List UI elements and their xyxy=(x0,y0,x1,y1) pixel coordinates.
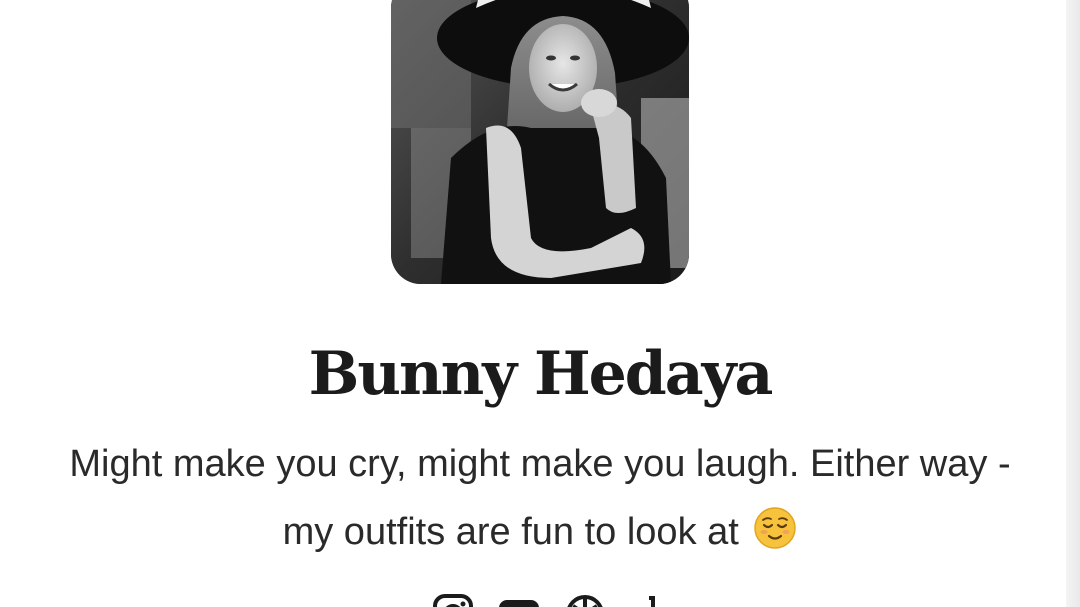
profile-page: Bunny Hedaya Might make you cry, might m… xyxy=(0,0,1080,607)
social-links xyxy=(0,594,1080,607)
profile-bio: Might make you cry, might make you laugh… xyxy=(60,430,1020,566)
tiktok-icon[interactable] xyxy=(629,594,655,607)
instagram-icon[interactable] xyxy=(431,594,475,607)
ltk-icon[interactable] xyxy=(563,594,607,607)
relieved-face-emoji xyxy=(754,507,797,549)
avatar xyxy=(391,0,689,284)
profile-photo xyxy=(391,0,689,284)
youtube-icon[interactable] xyxy=(497,594,541,607)
profile-bio-text: Might make you cry, might make you laugh… xyxy=(69,443,1011,553)
profile-name: Bunny Hedaya xyxy=(308,339,774,409)
scrollbar-track[interactable] xyxy=(1066,0,1080,607)
